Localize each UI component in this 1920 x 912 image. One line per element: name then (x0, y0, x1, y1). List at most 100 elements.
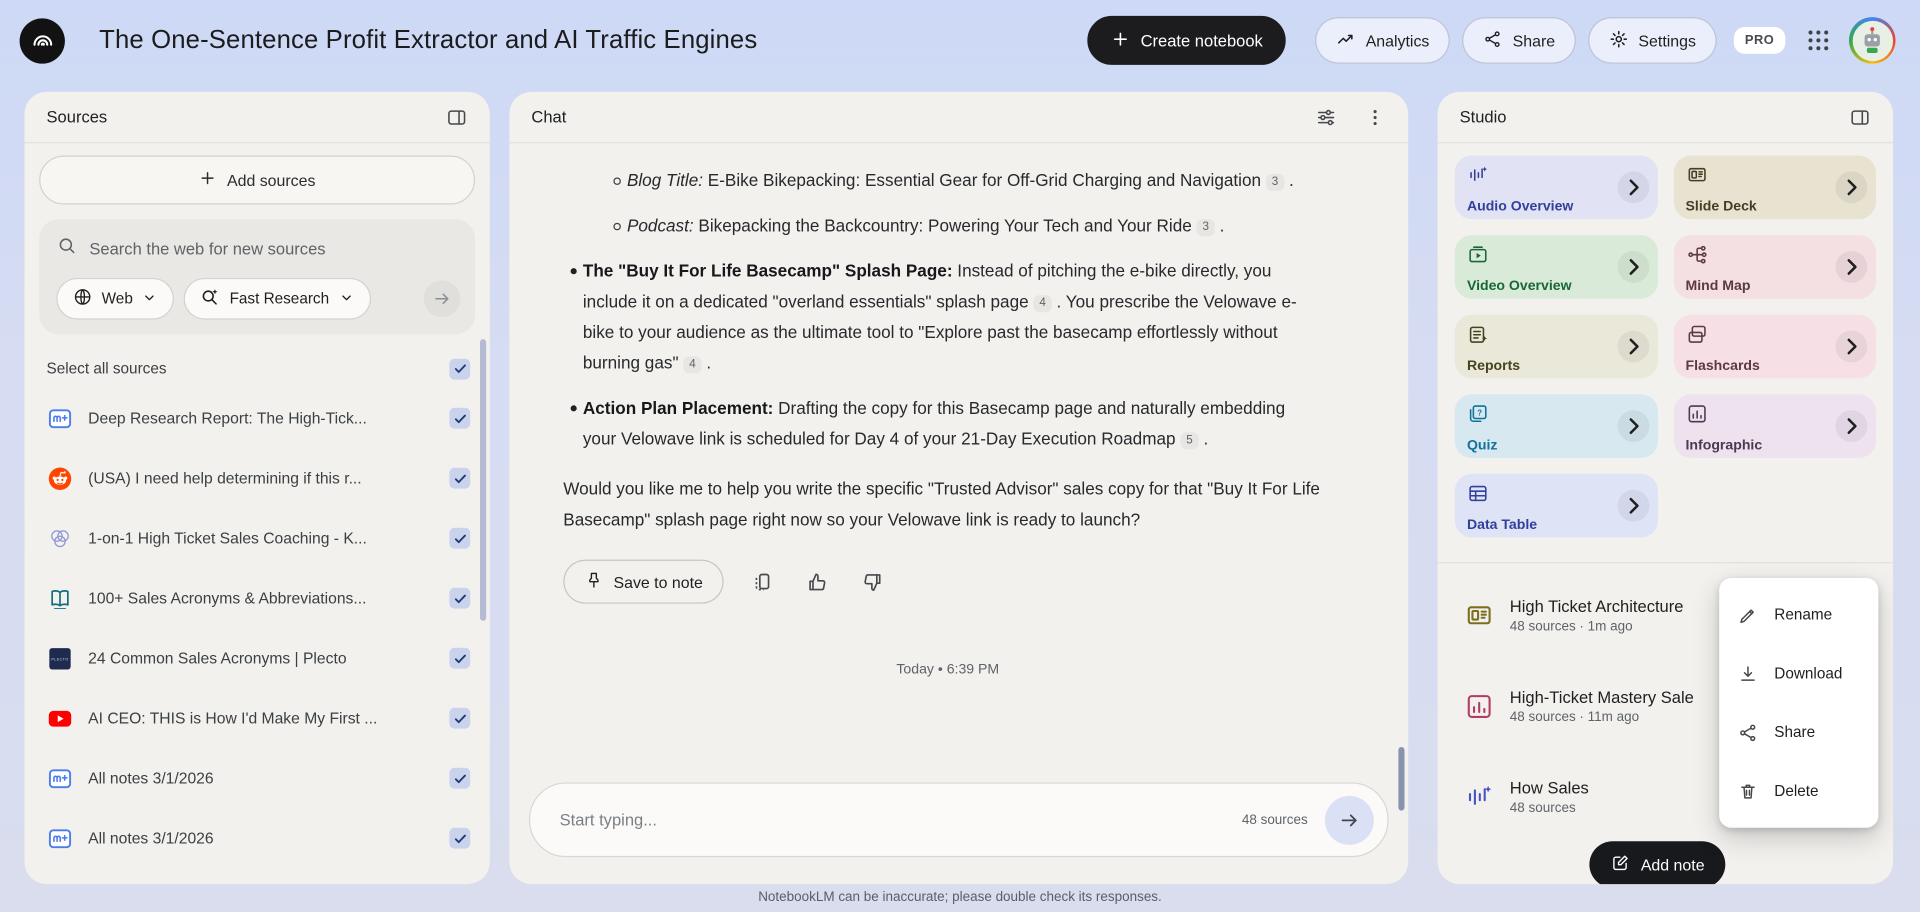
tile-chevron-icon[interactable] (1835, 410, 1868, 443)
bullet-text: Action Plan Placement: Drafting the copy… (582, 397, 1286, 450)
bullet-marker (607, 222, 627, 241)
audio-icon (1464, 782, 1493, 811)
menu-item-rename[interactable]: Rename (1719, 585, 1878, 644)
quiz-icon: ? (1467, 403, 1489, 425)
plecto-icon: PLECTO (47, 645, 74, 672)
web-filter-dropdown[interactable]: Web (56, 277, 175, 320)
source-list: Deep Research Report: The High-Tick... (U… (39, 388, 475, 868)
share-button[interactable]: Share (1462, 17, 1576, 64)
source-title: All notes 3/1/2026 (88, 828, 214, 848)
source-checkbox[interactable] (449, 467, 471, 489)
source-checkbox[interactable] (449, 707, 471, 729)
research-mode-dropdown[interactable]: Fast Research (184, 277, 371, 320)
search-web-input[interactable] (89, 239, 461, 258)
sources-scrollbar[interactable] (479, 339, 487, 621)
youtube-icon (47, 705, 74, 732)
source-checkbox[interactable] (449, 527, 471, 549)
notebooklm-logo-icon[interactable] (19, 17, 65, 64)
collapse-studio-panel-icon[interactable] (1844, 101, 1876, 133)
studio-tile-slide-deck[interactable]: Slide Deck (1673, 155, 1876, 220)
reports-icon (1467, 323, 1489, 345)
save-to-note-button[interactable]: Save to note (563, 559, 724, 604)
source-list-item[interactable]: All notes 3/1/2026 (39, 808, 475, 868)
chat-settings-tune-icon[interactable] (1310, 101, 1342, 133)
chat-scrollbar[interactable] (1398, 746, 1405, 811)
source-list-item[interactable]: 100+ Sales Acronyms & Abbreviations... (39, 568, 475, 628)
user-avatar[interactable] (1848, 17, 1896, 64)
citation-chip[interactable]: 3 (1196, 219, 1215, 237)
select-all-checkbox[interactable] (449, 358, 471, 379)
select-all-label: Select all sources (46, 359, 167, 378)
tile-chevron-icon[interactable] (1835, 330, 1868, 363)
tile-chevron-icon[interactable] (1616, 330, 1649, 363)
source-list-item[interactable]: AI CEO: THIS is How I'd Make My First ..… (39, 688, 475, 748)
studio-tile-video-overview[interactable]: Video Overview (1454, 235, 1658, 299)
tile-chevron-icon[interactable] (1616, 410, 1649, 443)
studio-tile-mind-map[interactable]: Mind Map (1673, 235, 1876, 299)
menu-item-download[interactable]: Download (1719, 644, 1878, 703)
reddit-icon (47, 465, 74, 492)
citation-chip[interactable]: 4 (1033, 295, 1052, 313)
source-list-item[interactable]: 1-on-1 High Ticket Sales Coaching - K... (39, 508, 475, 568)
google-apps-grid-icon[interactable] (1805, 27, 1832, 54)
source-checkbox[interactable] (449, 647, 471, 669)
chat-panel-title: Chat (531, 107, 567, 127)
sources-panel-title: Sources (46, 107, 108, 127)
source-checkbox[interactable] (449, 587, 471, 609)
source-checkbox[interactable] (449, 767, 471, 789)
studio-tile-quiz[interactable]: ? Quiz (1454, 394, 1658, 458)
studio-tile-reports[interactable]: Reports (1454, 314, 1658, 379)
source-list-item[interactable]: All notes 3/1/2026 (39, 748, 475, 808)
studio-tile-flashcards[interactable]: Flashcards (1673, 314, 1876, 379)
add-sources-button[interactable]: Add sources (39, 155, 476, 205)
notebook-doc-icon (47, 765, 74, 792)
assistant-message: Blog Title: E-Bike Bikepacking: Essentia… (536, 165, 1359, 454)
add-note-button[interactable]: Add note (1589, 841, 1726, 885)
chat-bullet-item: Action Plan Placement: Drafting the copy… (563, 393, 1359, 454)
notebook-doc-icon (47, 405, 74, 432)
menu-item-delete[interactable]: Delete (1719, 762, 1878, 821)
menu-item-label: Share (1774, 723, 1816, 741)
source-checkbox[interactable] (449, 407, 471, 429)
chat-more-menu-icon[interactable] (1359, 101, 1391, 133)
fast-research-icon (200, 287, 221, 311)
send-message-button[interactable] (1324, 795, 1374, 845)
collapse-sources-panel-icon[interactable] (441, 101, 473, 133)
tile-chevron-icon[interactable] (1835, 171, 1868, 204)
analytics-button[interactable]: Analytics (1315, 17, 1451, 64)
source-title: 1-on-1 High Ticket Sales Coaching - K... (88, 528, 367, 548)
source-checkbox[interactable] (449, 827, 471, 849)
tile-chevron-icon[interactable] (1616, 171, 1649, 204)
thumbs-up-icon[interactable] (801, 565, 834, 598)
settings-button[interactable]: Settings (1588, 17, 1717, 64)
flashcards-icon (1686, 323, 1708, 345)
studio-tile-data-table[interactable]: Data Table (1454, 473, 1658, 538)
slide-icon (1686, 164, 1708, 186)
tile-chevron-icon[interactable] (1616, 489, 1649, 522)
menu-item-share[interactable]: Share (1719, 703, 1878, 762)
copy-response-icon[interactable] (746, 565, 779, 598)
menu-item-label: Download (1774, 664, 1843, 683)
bullet-text: Podcast: Bikepacking the Backcountry: Po… (626, 215, 1225, 237)
create-notebook-button[interactable]: Create notebook (1087, 15, 1287, 65)
web-search-card: Web Fast Research (39, 219, 476, 335)
citation-chip[interactable]: 5 (1180, 432, 1199, 450)
studio-tile-grid: Audio Overview Slide Deck Video Overview Mi… (1454, 155, 1876, 538)
select-all-row: Select all sources (39, 351, 475, 385)
tile-chevron-icon[interactable] (1616, 251, 1649, 283)
citation-chip[interactable]: 4 (683, 356, 702, 374)
bullet-marker (607, 177, 627, 196)
chat-input[interactable] (559, 810, 1242, 829)
source-list-item[interactable]: PLECTO 24 Common Sales Acronyms | Plecto (39, 628, 475, 688)
studio-tile-infographic[interactable]: Infographic (1673, 394, 1876, 458)
notebook-title[interactable]: The One-Sentence Profit Extractor and AI… (99, 26, 757, 55)
source-list-item[interactable]: Deep Research Report: The High-Tick... (39, 388, 475, 448)
citation-chip[interactable]: 3 (1265, 173, 1285, 192)
assistant-closing-question: Would you like me to help you write the … (563, 478, 1320, 529)
svg-text:?: ? (1477, 408, 1482, 417)
source-list-item[interactable]: (USA) I need help determining if this r.… (39, 448, 475, 508)
studio-tile-audio-overview[interactable]: Audio Overview (1454, 155, 1658, 220)
tile-chevron-icon[interactable] (1835, 251, 1868, 283)
thumbs-down-icon[interactable] (856, 565, 889, 598)
submit-search-button[interactable] (423, 280, 461, 318)
